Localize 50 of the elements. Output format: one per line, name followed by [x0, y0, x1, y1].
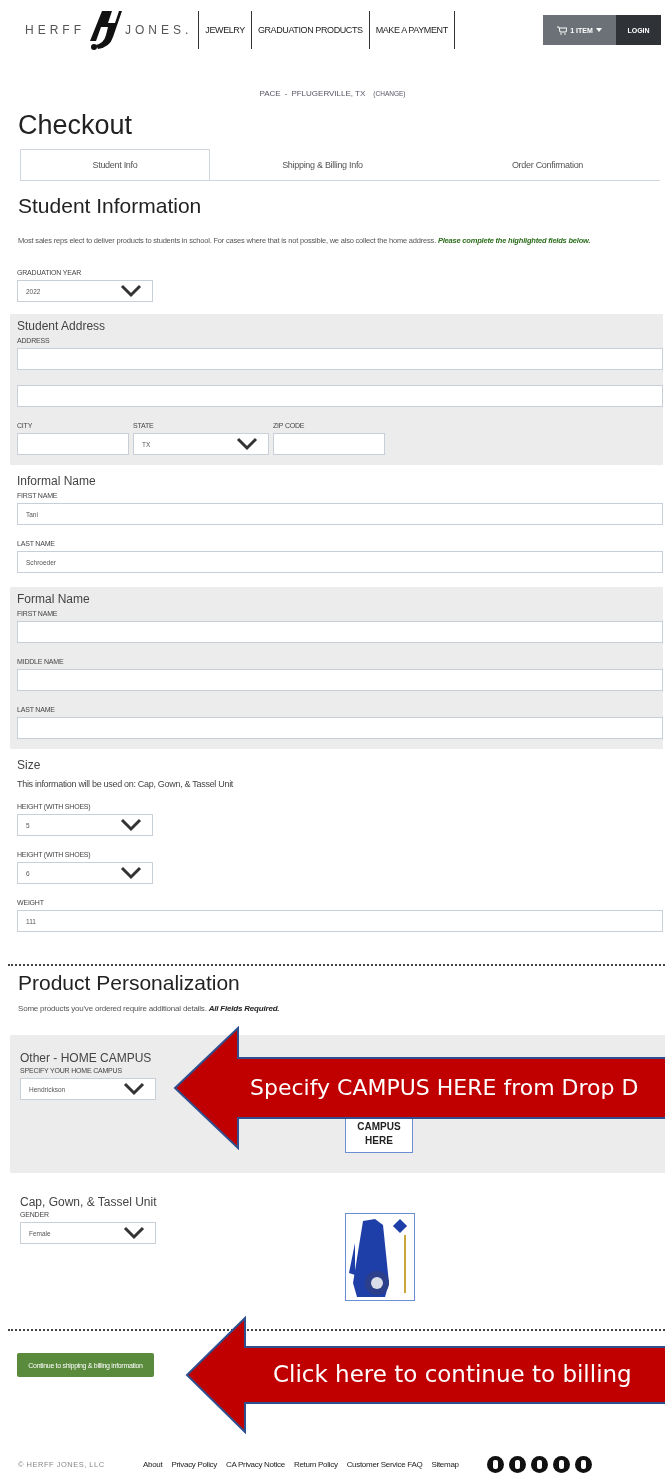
- chevron-down-icon: [123, 1226, 145, 1240]
- product-title: Cap, Gown, & Tassel Unit: [20, 1195, 158, 1209]
- subsection-title: Size: [17, 757, 42, 773]
- chevron-down-icon: [123, 1082, 145, 1096]
- step-tab[interactable]: Order Confirmation: [435, 149, 660, 180]
- text-field[interactable]: [17, 385, 663, 407]
- nav-link[interactable]: JEWELRY: [198, 11, 251, 49]
- logo-text: JONES.: [125, 23, 193, 37]
- nav-link[interactable]: MAKE A PAYMENT: [368, 11, 455, 49]
- social-icon[interactable]: [530, 1456, 548, 1473]
- footer-link[interactable]: About: [143, 1460, 163, 1469]
- section-heading: Product Personalization: [18, 970, 241, 996]
- text-field[interactable]: [17, 669, 663, 691]
- social-icon[interactable]: [486, 1456, 504, 1473]
- cart-icon: [557, 25, 568, 35]
- text-field[interactable]: [17, 433, 129, 455]
- caret-icon: [595, 28, 602, 32]
- social-icon[interactable]: [574, 1456, 592, 1473]
- footer-link[interactable]: CA Privacy Notice: [226, 1460, 285, 1469]
- chevron-down-icon: [120, 284, 142, 298]
- intro-text: Some products you've ordered require additional details. All Fields Required.: [18, 1004, 281, 1013]
- subsection-title: Informal Name: [17, 473, 97, 489]
- callout-text: Click here to continue to billing: [273, 1361, 632, 1388]
- text-field[interactable]: [17, 621, 663, 643]
- section-heading: Student Information: [18, 193, 203, 219]
- social-icon[interactable]: [552, 1456, 570, 1473]
- footer-link[interactable]: Privacy Policy: [171, 1460, 217, 1469]
- page-title: Checkout: [18, 110, 134, 140]
- footer-link[interactable]: Customer Service FAQ: [346, 1460, 423, 1469]
- social-icon[interactable]: [508, 1456, 526, 1473]
- step-tab[interactable]: Student Info: [20, 149, 210, 180]
- chevron-down-icon: [120, 818, 142, 832]
- step-tab[interactable]: Shipping & Billing Info: [210, 149, 435, 180]
- footer-link[interactable]: Sitemap: [431, 1460, 459, 1469]
- logo-icon: [88, 9, 122, 51]
- separator-text: -: [284, 89, 288, 98]
- footer-link[interactable]: Return Policy: [293, 1460, 338, 1469]
- nav-link[interactable]: GRADUATION PRODUCTS: [250, 11, 369, 49]
- logo-text: HERFF: [25, 23, 85, 37]
- subsection-title: Formal Name: [17, 591, 91, 607]
- subsection-title: Student Address: [17, 318, 107, 334]
- chevron-down-icon: [120, 866, 142, 880]
- size-note: This information will be used on: Cap, Gown, & Tassel Unit: [17, 779, 235, 789]
- text-field[interactable]: [17, 348, 663, 370]
- chevron-down-icon: [236, 437, 258, 451]
- text-field[interactable]: [17, 717, 663, 739]
- text-field[interactable]: [273, 433, 385, 455]
- school-name: PACE: [259, 89, 281, 98]
- school-city: PFLUGERVILLE, TX: [291, 89, 366, 98]
- product-title: Other - HOME CAMPUS: [20, 1051, 153, 1065]
